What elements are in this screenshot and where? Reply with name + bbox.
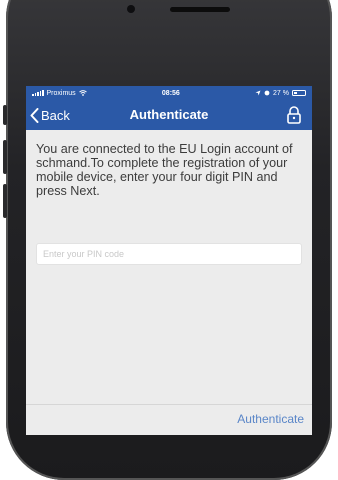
signal-icon (32, 90, 44, 96)
battery-percentage: 27 % (273, 89, 289, 97)
app-screen: Proximus 08:56 27 % Back Authenticate Yo… (26, 86, 312, 435)
status-bar: Proximus 08:56 27 % (26, 86, 312, 100)
status-right: 27 % (255, 90, 306, 97)
volume-down-button (3, 184, 7, 218)
lock-icon (287, 106, 301, 124)
navigation-bar: Back Authenticate (26, 100, 312, 130)
mute-switch (3, 105, 7, 125)
lock-button[interactable] (286, 105, 302, 125)
footer-divider (26, 404, 312, 405)
earpiece-speaker (170, 7, 230, 12)
wifi-icon (78, 90, 87, 96)
front-camera (127, 5, 135, 13)
page-title: Authenticate (129, 107, 209, 122)
volume-up-button (3, 140, 7, 174)
authenticate-button[interactable]: Authenticate (237, 412, 304, 426)
pin-input[interactable] (36, 243, 302, 265)
location-icon (255, 90, 261, 96)
alarm-icon (264, 90, 270, 96)
battery-icon (292, 90, 306, 96)
status-time: 08:56 (161, 89, 180, 97)
status-left: Proximus (32, 90, 87, 97)
instruction-text: You are connected to the EU Login accoun… (36, 142, 293, 198)
carrier-name: Proximus (46, 89, 76, 97)
